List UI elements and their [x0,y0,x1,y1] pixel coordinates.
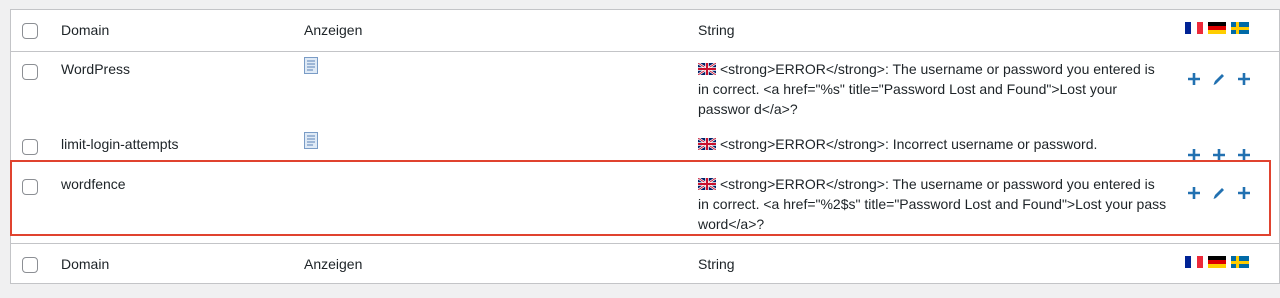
row-string-text: <strong>ERROR</strong>: Incorrect userna… [720,136,1098,152]
row-string: <strong>ERROR</strong>: Incorrect userna… [698,134,1168,154]
table-footer: Domain Anzeigen String [11,243,1279,284]
table-row: limit-login-attempts <strong>ERROR</stro… [11,127,1279,163]
row-checkbox[interactable] [22,139,38,155]
flag-de-icon [1208,22,1226,34]
row-string-text: <strong>ERROR</strong>: The username or … [698,61,1155,117]
edit-translation-button[interactable] [1211,71,1227,87]
column-header-domain[interactable]: Domain [61,20,109,40]
column-header-string[interactable]: String [698,20,1168,40]
language-flags [1185,256,1249,268]
flag-uk-icon [698,63,716,75]
flag-uk-icon [698,178,716,190]
row-string: <strong>ERROR</strong>: The username or … [698,174,1168,234]
row-checkbox[interactable] [22,64,38,80]
document-icon[interactable] [304,57,318,79]
row-actions [1186,185,1252,201]
flag-fr-icon [1185,256,1203,268]
add-translation-button[interactable] [1186,71,1202,87]
row-actions [1186,71,1252,87]
row-domain: WordPress [61,61,130,77]
add-translation-button[interactable] [1211,147,1227,163]
flag-se-icon [1231,22,1249,34]
flag-uk-icon [698,138,716,150]
select-all-checkbox[interactable] [22,257,38,273]
add-translation-button[interactable] [1186,185,1202,201]
row-domain: wordfence [61,176,126,192]
row-domain: limit-login-attempts [61,136,179,152]
table-row: WordPress <strong>ERROR</strong>: The us… [11,52,1279,127]
table-row: wordfence <strong>ERROR</strong>: The us… [11,163,1279,242]
row-checkbox[interactable] [22,179,38,195]
column-footer-domain[interactable]: Domain [61,254,109,274]
add-translation-button[interactable] [1236,185,1252,201]
edit-translation-button[interactable] [1211,185,1227,201]
column-header-show[interactable]: Anzeigen [304,20,362,40]
flag-fr-icon [1185,22,1203,34]
flag-de-icon [1208,256,1226,268]
document-icon[interactable] [304,132,318,154]
column-footer-show[interactable]: Anzeigen [304,254,362,274]
translations-table: Domain Anzeigen String WordPress <strong… [10,9,1280,284]
add-translation-button[interactable] [1236,147,1252,163]
column-footer-string[interactable]: String [698,254,1168,274]
add-translation-button[interactable] [1186,147,1202,163]
row-string-text: <strong>ERROR</strong>: The username or … [698,176,1167,232]
table-header: Domain Anzeigen String [11,10,1279,52]
row-actions [1186,147,1252,163]
add-translation-button[interactable] [1236,71,1252,87]
select-all-checkbox[interactable] [22,23,38,39]
row-string: <strong>ERROR</strong>: The username or … [698,59,1168,119]
language-flags [1185,22,1249,34]
flag-se-icon [1231,256,1249,268]
